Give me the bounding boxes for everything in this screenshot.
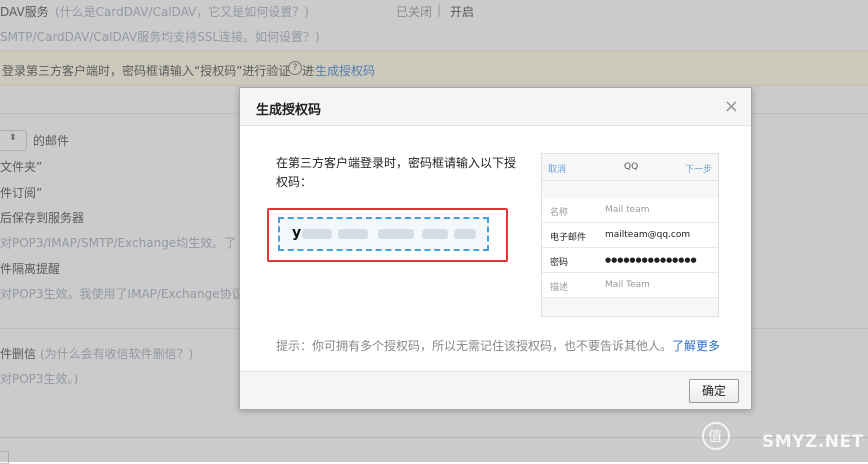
phone-title: QQ	[624, 162, 639, 172]
blurred-code-segment	[422, 229, 448, 239]
phone-preview: 取消 QQ 下一步 名称 Mail team 电子邮件 mailteam@qq.…	[541, 153, 719, 317]
close-icon[interactable]: ×	[724, 96, 739, 117]
blurred-code-segment	[454, 229, 476, 239]
phone-row-label: 名称	[550, 208, 569, 218]
dialog-tip: 提示：你可拥有多个授权码，所以无需记住该授权码，也不要告诉其他人。了解更多	[276, 337, 720, 354]
confirm-button[interactable]: 确定	[689, 379, 739, 403]
phone-row-value: Mail Team	[605, 280, 650, 290]
dialog-instruction: 在第三方客户端登录时，密码框请输入以下授权码：	[276, 156, 517, 189]
phone-row-email: 电子邮件 mailteam@qq.com	[542, 223, 718, 248]
watermark-text: SMYZ.NET	[762, 432, 864, 452]
highlight-frame: y	[267, 208, 508, 262]
phone-nav-bar: 取消 QQ 下一步	[542, 154, 718, 181]
watermark-logo-glyph: 值	[708, 429, 722, 445]
dialog-header: 生成授权码 ×	[240, 88, 751, 126]
phone-row-label: 密码	[550, 258, 569, 268]
watermark-logo: 值	[702, 422, 730, 450]
phone-cancel: 取消	[548, 165, 567, 175]
phone-row-label: 描述	[550, 283, 569, 293]
phone-row-label: 电子邮件	[550, 233, 587, 243]
dialog-footer: 确定	[240, 371, 751, 409]
auth-code-dialog: 生成授权码 × 在第三方客户端登录时，密码框请输入以下授权码： y 取消 QQ …	[239, 87, 752, 409]
auth-code-box[interactable]: y	[278, 217, 489, 251]
phone-row-password: 密码 ●●●●●●●●●●●●●●●	[542, 248, 718, 273]
phone-row-value: ●●●●●●●●●●●●●●●	[605, 256, 697, 264]
dialog-title: 生成授权码	[256, 103, 322, 118]
tip-text: 提示：你可拥有多个授权码，所以无需记住该授权码，也不要告诉其他人。	[276, 339, 673, 353]
phone-row-description: 描述 Mail Team	[542, 273, 718, 298]
blurred-code-segment	[302, 229, 332, 239]
auth-code-text: y	[292, 225, 302, 241]
phone-row-value: Mail team	[605, 205, 650, 215]
blurred-code-segment	[378, 229, 414, 239]
blurred-code-segment	[338, 229, 368, 239]
phone-row-value: mailteam@qq.com	[605, 230, 691, 240]
phone-next: 下一步	[684, 165, 712, 175]
phone-row-name: 名称 Mail team	[542, 198, 718, 223]
learn-more-link[interactable]: 了解更多	[672, 339, 720, 353]
